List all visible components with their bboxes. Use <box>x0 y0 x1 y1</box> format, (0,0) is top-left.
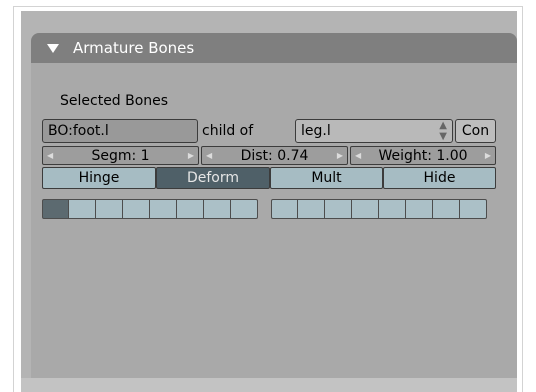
armature-bones-panel: Armature Bones Selected Bones BO:foot.l … <box>21 11 517 392</box>
panel-title: Armature Bones <box>73 39 195 57</box>
arrow-right-icon[interactable]: ▶ <box>188 151 194 160</box>
bone-layers-group-b <box>271 199 487 219</box>
layer-button[interactable] <box>460 199 487 219</box>
mult-toggle[interactable]: Mult <box>270 167 383 189</box>
weight-field[interactable]: ◀ Weight: 1.00 ▶ <box>350 146 496 165</box>
layer-button[interactable] <box>69 199 96 219</box>
parent-bone-menu[interactable]: leg.l ▲ ▼ <box>295 119 453 143</box>
deform-toggle[interactable]: Deform <box>156 167 270 189</box>
hinge-toggle[interactable]: Hinge <box>42 167 156 189</box>
arrow-left-icon[interactable]: ◀ <box>47 151 53 160</box>
arrow-right-icon[interactable]: ▶ <box>337 151 343 160</box>
hide-toggle[interactable]: Hide <box>383 167 496 189</box>
layer-button[interactable] <box>123 199 150 219</box>
selected-bones-label: Selected Bones <box>60 93 169 109</box>
child-of-label: child of <box>202 123 254 139</box>
layer-button[interactable] <box>352 199 379 219</box>
segm-field[interactable]: ◀ Segm: 1 ▶ <box>42 146 199 165</box>
bone-name-field[interactable]: BO:foot.l <box>42 119 198 143</box>
panel-bottom-strip <box>21 378 517 392</box>
layer-button[interactable] <box>150 199 177 219</box>
panel-header[interactable]: Armature Bones <box>31 33 517 63</box>
dist-field[interactable]: ◀ Dist: 0.74 ▶ <box>201 146 348 165</box>
layer-button[interactable] <box>177 199 204 219</box>
connect-button[interactable]: Con <box>455 119 496 143</box>
layer-button[interactable] <box>379 199 406 219</box>
segm-value: Segm: 1 <box>91 147 150 164</box>
dist-value: Dist: 0.74 <box>240 147 309 164</box>
layer-button[interactable] <box>204 199 231 219</box>
arrow-right-icon[interactable]: ▶ <box>485 151 491 160</box>
layer-button[interactable] <box>271 199 298 219</box>
layer-button[interactable] <box>96 199 123 219</box>
weight-value: Weight: 1.00 <box>378 147 468 164</box>
layer-button[interactable] <box>325 199 352 219</box>
panel-body: Selected Bones BO:foot.l child of leg.l … <box>31 63 517 379</box>
triangle-down-icon[interactable] <box>47 43 59 53</box>
layer-button[interactable] <box>433 199 460 219</box>
arrow-left-icon[interactable]: ◀ <box>355 151 361 160</box>
up-down-arrow-icon: ▲ ▼ <box>439 120 447 142</box>
layer-button[interactable] <box>231 199 258 219</box>
parent-bone-value: leg.l <box>301 123 331 139</box>
bone-layers-group-a <box>42 199 258 219</box>
layer-button[interactable] <box>298 199 325 219</box>
layer-button[interactable] <box>406 199 433 219</box>
layer-button[interactable] <box>42 199 69 219</box>
arrow-left-icon[interactable]: ◀ <box>206 151 212 160</box>
